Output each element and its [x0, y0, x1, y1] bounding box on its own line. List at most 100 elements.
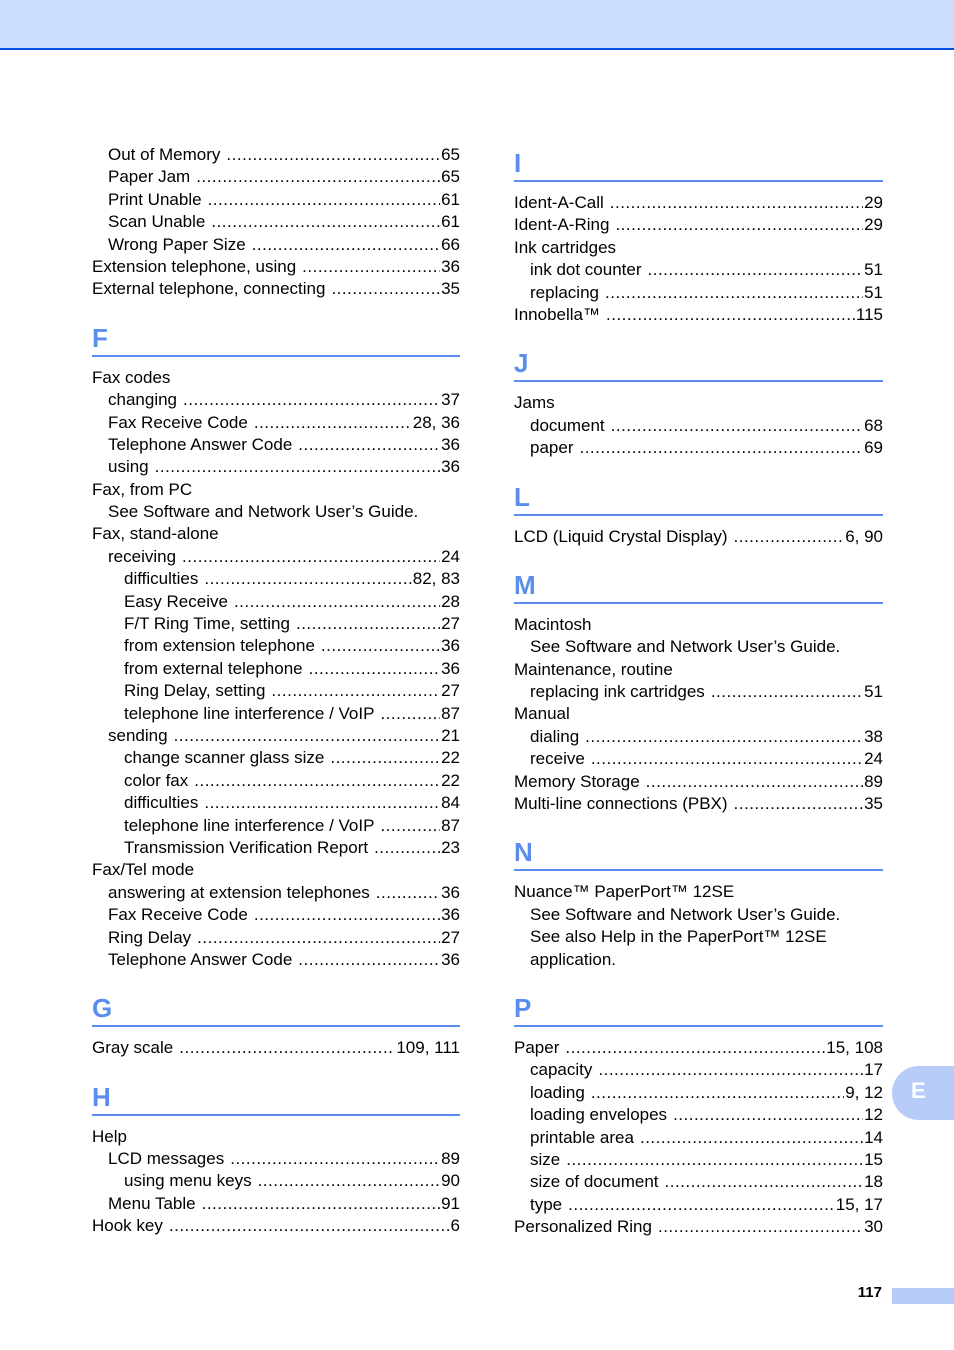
- index-entry[interactable]: Gray scale 109, 111: [92, 1037, 460, 1059]
- page-reference[interactable]: 36: [440, 434, 460, 456]
- index-entry[interactable]: LCD (Liquid Crystal Display) 6, 90: [514, 526, 883, 548]
- page-reference[interactable]: 17: [863, 1059, 883, 1081]
- page-reference[interactable]: 9, 12: [844, 1082, 883, 1104]
- index-entry[interactable]: Print Unable 61: [92, 189, 460, 211]
- page-reference[interactable]: 66: [440, 234, 460, 256]
- index-entry[interactable]: Extension telephone, using 36: [92, 256, 460, 278]
- index-entry[interactable]: answering at extension telephones 36: [92, 882, 460, 904]
- index-entry[interactable]: using 36: [92, 456, 460, 478]
- index-entry[interactable]: Paper 15, 108: [514, 1037, 883, 1059]
- index-entry[interactable]: loading 9, 12: [514, 1082, 883, 1104]
- index-entry[interactable]: Fax Receive Code 28, 36: [92, 412, 460, 434]
- page-reference[interactable]: 28: [440, 591, 460, 613]
- index-entry[interactable]: Hook key 6: [92, 1215, 460, 1237]
- index-entry[interactable]: dialing 38: [514, 726, 883, 748]
- page-reference[interactable]: 51: [863, 259, 883, 281]
- page-reference[interactable]: 6: [450, 1215, 460, 1237]
- page-reference[interactable]: 36: [440, 882, 460, 904]
- page-reference[interactable]: 21: [440, 725, 460, 747]
- index-entry[interactable]: Telephone Answer Code 36: [92, 949, 460, 971]
- page-reference[interactable]: 84: [440, 792, 460, 814]
- index-entry[interactable]: capacity 17: [514, 1059, 883, 1081]
- index-entry[interactable]: Ring Delay 27: [92, 927, 460, 949]
- page-reference[interactable]: 22: [440, 747, 460, 769]
- index-entry[interactable]: replacing 51: [514, 282, 883, 304]
- page-reference[interactable]: 24: [440, 546, 460, 568]
- index-entry[interactable]: Multi-line connections (PBX) 35: [514, 793, 883, 815]
- index-entry[interactable]: Paper Jam 65: [92, 166, 460, 188]
- index-entry[interactable]: difficulties 82, 83: [92, 568, 460, 590]
- index-entry[interactable]: Scan Unable 61: [92, 211, 460, 233]
- page-reference[interactable]: 12: [863, 1104, 883, 1126]
- index-entry[interactable]: Fax Receive Code 36: [92, 904, 460, 926]
- page-reference[interactable]: 24: [863, 748, 883, 770]
- page-reference[interactable]: 109, 111: [395, 1037, 460, 1059]
- index-entry[interactable]: ink dot counter 51: [514, 259, 883, 281]
- page-reference[interactable]: 36: [440, 658, 460, 680]
- page-reference[interactable]: 61: [440, 189, 460, 211]
- page-reference[interactable]: 29: [863, 214, 883, 236]
- index-entry[interactable]: Ident-A-Call 29: [514, 192, 883, 214]
- page-reference[interactable]: 38: [863, 726, 883, 748]
- page-reference[interactable]: 90: [440, 1170, 460, 1192]
- page-reference[interactable]: 87: [440, 703, 460, 725]
- index-entry[interactable]: External telephone, connecting 35: [92, 278, 460, 300]
- page-reference[interactable]: 36: [440, 635, 460, 657]
- page-reference[interactable]: 115: [855, 304, 883, 326]
- index-entry[interactable]: loading envelopes 12: [514, 1104, 883, 1126]
- page-reference[interactable]: 89: [440, 1148, 460, 1170]
- index-entry[interactable]: F/T Ring Time, setting 27: [92, 613, 460, 635]
- index-entry[interactable]: Ident-A-Ring 29: [514, 214, 883, 236]
- page-reference[interactable]: 35: [440, 278, 460, 300]
- page-reference[interactable]: 6, 90: [844, 526, 883, 548]
- page-reference[interactable]: 68: [863, 415, 883, 437]
- page-reference[interactable]: 22: [440, 770, 460, 792]
- page-reference[interactable]: 18: [863, 1171, 883, 1193]
- index-entry[interactable]: size of document 18: [514, 1171, 883, 1193]
- page-reference[interactable]: 28, 36: [412, 412, 460, 434]
- index-entry[interactable]: from extension telephone 36: [92, 635, 460, 657]
- index-entry[interactable]: using menu keys 90: [92, 1170, 460, 1192]
- index-entry[interactable]: Out of Memory 65: [92, 144, 460, 166]
- index-entry[interactable]: Memory Storage 89: [514, 771, 883, 793]
- page-reference[interactable]: 29: [863, 192, 883, 214]
- chapter-tab[interactable]: E: [892, 1066, 954, 1120]
- index-entry[interactable]: Wrong Paper Size 66: [92, 234, 460, 256]
- page-reference[interactable]: 15: [863, 1149, 883, 1171]
- index-entry[interactable]: telephone line interference / VoIP 87: [92, 703, 460, 725]
- page-reference[interactable]: 69: [863, 437, 883, 459]
- page-reference[interactable]: 36: [440, 456, 460, 478]
- index-entry[interactable]: paper 69: [514, 437, 883, 459]
- index-entry[interactable]: Menu Table 91: [92, 1193, 460, 1215]
- page-reference[interactable]: 36: [440, 949, 460, 971]
- index-entry[interactable]: type 15, 17: [514, 1194, 883, 1216]
- page-reference[interactable]: 87: [440, 815, 460, 837]
- index-entry[interactable]: Easy Receive 28: [92, 591, 460, 613]
- page-reference[interactable]: 27: [440, 680, 460, 702]
- index-entry[interactable]: Personalized Ring 30: [514, 1216, 883, 1238]
- page-reference[interactable]: 37: [440, 389, 460, 411]
- page-reference[interactable]: 65: [440, 144, 460, 166]
- index-entry[interactable]: Telephone Answer Code 36: [92, 434, 460, 456]
- index-entry[interactable]: document 68: [514, 415, 883, 437]
- index-entry[interactable]: difficulties 84: [92, 792, 460, 814]
- index-entry[interactable]: Innobella™ 115: [514, 304, 883, 326]
- index-entry[interactable]: sending 21: [92, 725, 460, 747]
- page-reference[interactable]: 91: [440, 1193, 460, 1215]
- page-reference[interactable]: 27: [440, 927, 460, 949]
- page-reference[interactable]: 15, 108: [825, 1037, 883, 1059]
- index-entry[interactable]: printable area 14: [514, 1127, 883, 1149]
- index-entry[interactable]: from external telephone 36: [92, 658, 460, 680]
- page-reference[interactable]: 65: [440, 166, 460, 188]
- page-reference[interactable]: 14: [863, 1127, 883, 1149]
- page-reference[interactable]: 89: [863, 771, 883, 793]
- page-reference[interactable]: 27: [440, 613, 460, 635]
- index-entry[interactable]: telephone line interference / VoIP 87: [92, 815, 460, 837]
- index-entry[interactable]: Ring Delay, setting 27: [92, 680, 460, 702]
- page-reference[interactable]: 36: [440, 256, 460, 278]
- index-entry[interactable]: LCD messages 89: [92, 1148, 460, 1170]
- page-reference[interactable]: 61: [440, 211, 460, 233]
- index-entry[interactable]: receiving 24: [92, 546, 460, 568]
- page-reference[interactable]: 36: [440, 904, 460, 926]
- page-reference[interactable]: 35: [863, 793, 883, 815]
